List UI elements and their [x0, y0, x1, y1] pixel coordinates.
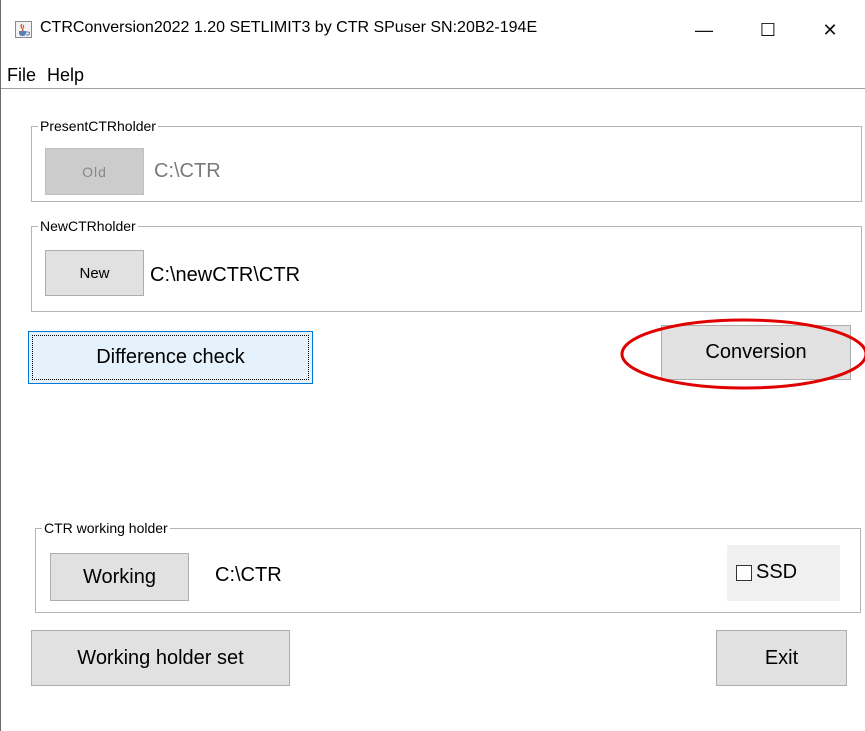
menu-file[interactable]: File — [7, 65, 36, 86]
working-holder-set-button[interactable]: Working holder set — [31, 630, 290, 686]
menu-bar: File Help — [1, 62, 865, 89]
title-bar[interactable]: CTRConversion2022 1.20 SETLIMIT3 by CTR … — [1, 0, 865, 60]
difference-check-label: Difference check — [96, 346, 245, 368]
checkbox-icon[interactable] — [736, 565, 752, 581]
working-holder-path: C:\CTR — [215, 564, 282, 586]
present-holder-label: PresentCTRholder — [38, 118, 158, 134]
maximize-button[interactable]: ☐ — [745, 14, 791, 46]
working-holder-label: CTR working holder — [42, 520, 170, 536]
minimize-button[interactable]: — — [681, 14, 727, 46]
old-button[interactable]: Old — [45, 148, 144, 195]
window-title: CTRConversion2022 1.20 SETLIMIT3 by CTR … — [40, 19, 538, 36]
app-window: CTRConversion2022 1.20 SETLIMIT3 by CTR … — [0, 0, 865, 731]
conversion-button[interactable]: Conversion — [661, 325, 851, 380]
ssd-checkbox-label[interactable]: SSD — [756, 561, 797, 584]
close-button[interactable]: ✕ — [807, 14, 853, 46]
working-button[interactable]: Working — [50, 553, 189, 601]
present-holder-path: C:\CTR — [154, 160, 221, 182]
new-holder-label: NewCTRholder — [38, 218, 138, 234]
menu-help[interactable]: Help — [47, 65, 84, 86]
ssd-panel: SSD — [727, 545, 840, 601]
new-button[interactable]: New — [45, 250, 144, 296]
new-holder-path: C:\newCTR\CTR — [150, 264, 301, 286]
java-cup-icon — [15, 21, 32, 38]
difference-check-button[interactable]: Difference check — [28, 331, 313, 384]
exit-button[interactable]: Exit — [716, 630, 847, 686]
